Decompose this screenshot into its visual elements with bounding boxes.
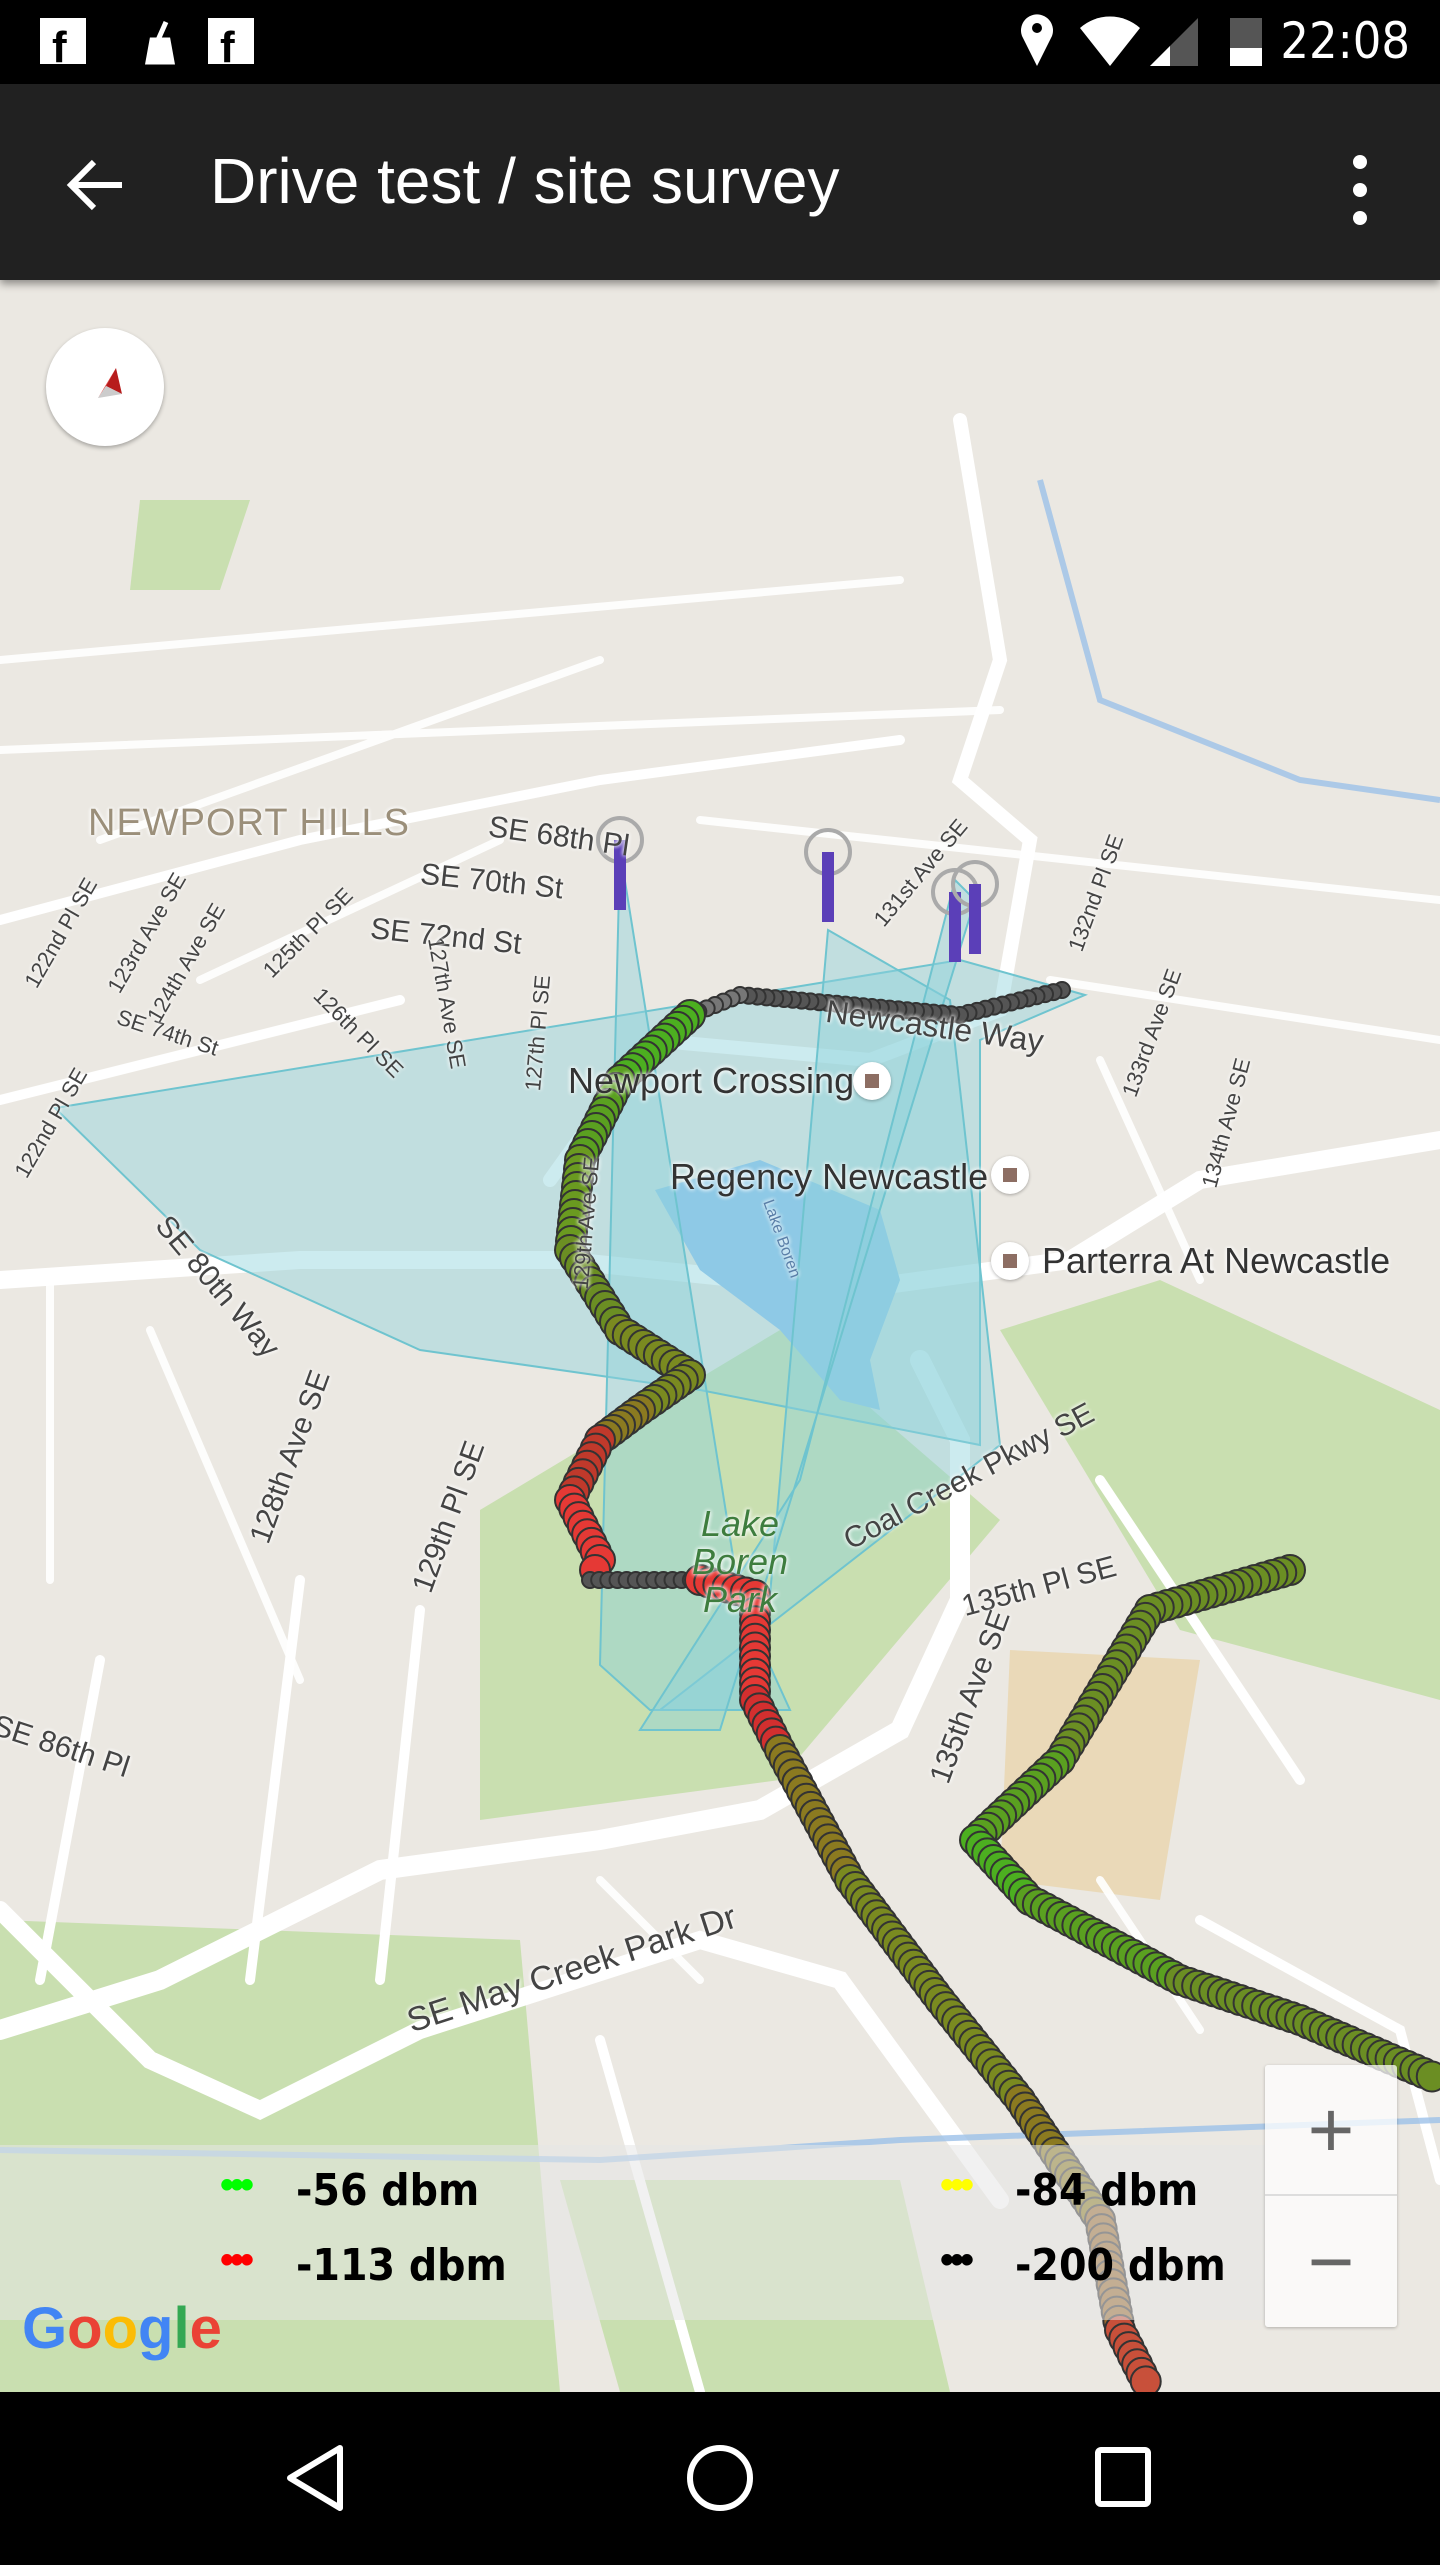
map-canvas[interactable] [0,280,1440,2392]
legend-dots-icon: ••• [220,2238,254,2282]
signal-icon [1150,18,1198,66]
poi-label[interactable]: Newport Crossing [568,1060,854,1102]
location-icon [1021,14,1053,66]
google-logo: Google [22,2296,222,2361]
poi-marker-icon[interactable] [991,1156,1029,1194]
zoom-controls: + − [1265,2065,1397,2327]
more-options-button[interactable] [1340,150,1380,230]
arrow-left-icon [66,159,122,211]
signal-legend: ••• -56 dbm ••• -84 dbm ••• -113 dbm •••… [0,2145,1265,2320]
legend-dots-icon: ••• [220,2163,254,2207]
legend-label: -84 dbm [1015,2165,1199,2216]
cell-tower-icon [804,828,852,922]
map-view[interactable]: NEWPORT HILLS SE 68th Pl SE 70th St SE 7… [0,280,1440,2392]
legend-dots-icon: ••• [940,2163,974,2207]
svg-text:f: f [220,23,235,72]
legend-label: -56 dbm [296,2165,480,2216]
app-bar: Drive test / site survey [0,84,1440,280]
back-nav-button[interactable] [287,2445,343,2511]
parks [0,500,1440,2392]
poi-label[interactable]: Parterra At Newcastle [1042,1240,1390,1282]
signal-sample-point [1129,2365,1162,2392]
compass-icon [98,368,122,398]
poi-label[interactable]: Regency Newcastle [670,1156,988,1198]
broom-icon [145,20,175,65]
status-bar: f f 22:08 [0,0,1440,84]
svg-text:f: f [52,23,67,72]
page-title: Drive test / site survey [210,145,840,217]
recents-nav-button[interactable] [1095,2447,1151,2507]
notification-icons: f f [40,18,254,72]
navigation-bar [0,2392,1440,2560]
back-button[interactable] [62,150,132,220]
area-label: NEWPORT HILLS [88,802,411,844]
wifi-icon [1080,16,1140,66]
legend-label: -113 dbm [296,2240,507,2291]
park-label: Lake Boren Park [691,1503,789,1620]
clock: 22:08 [1280,12,1410,70]
legend-label: -200 dbm [1015,2240,1226,2291]
poi-marker-icon[interactable] [853,1062,891,1100]
signal-sample-point [1415,2060,1440,2093]
poi-marker-icon[interactable] [991,1242,1029,1280]
system-icons [1021,14,1262,66]
compass-button[interactable] [46,328,164,446]
legend-dots-icon: ••• [940,2238,974,2282]
zoom-in-button[interactable]: + [1265,2065,1397,2196]
home-nav-button[interactable] [687,2445,753,2511]
more-vert-icon [1353,155,1367,225]
zoom-out-button[interactable]: − [1265,2196,1397,2327]
